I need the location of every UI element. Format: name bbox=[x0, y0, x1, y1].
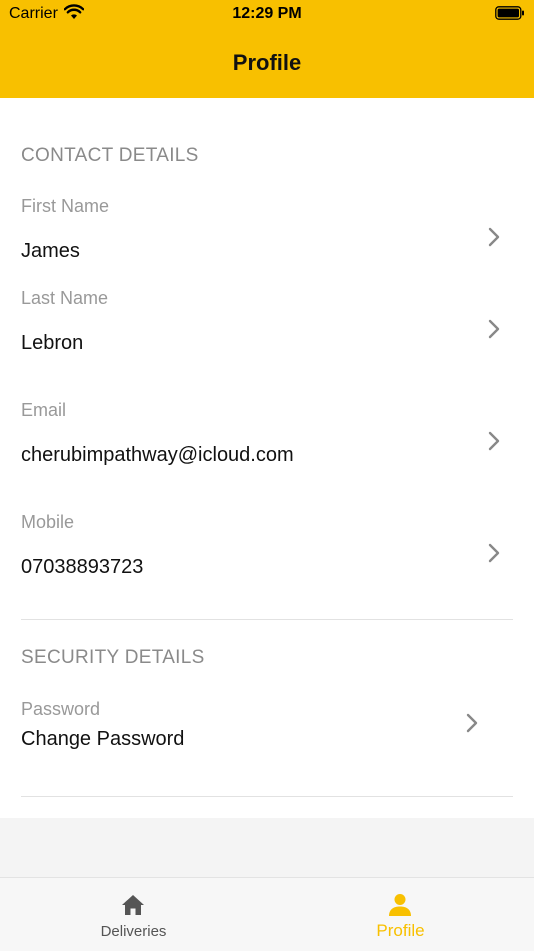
last-name-label: Last Name bbox=[21, 288, 109, 308]
header: Carrier 12:29 PM Profile bbox=[0, 0, 534, 98]
chevron-right-icon[interactable] bbox=[487, 430, 501, 452]
profile-content: CONTACT DETAILS First Name James Last Na… bbox=[0, 98, 534, 818]
page-title: Profile bbox=[232, 50, 302, 75]
chevron-right-icon[interactable] bbox=[487, 318, 501, 340]
tab-bar: Deliveries Profile bbox=[0, 877, 534, 951]
change-password-link[interactable]: Change Password bbox=[21, 728, 184, 751]
home-icon bbox=[122, 895, 144, 915]
tab-profile[interactable]: Profile bbox=[267, 878, 534, 951]
mobile-value: 07038893723 bbox=[21, 556, 144, 578]
last-name-value: Lebron bbox=[21, 332, 84, 354]
status-bar: Carrier 12:29 PM bbox=[0, 0, 534, 28]
tab-deliveries[interactable]: Deliveries bbox=[0, 878, 267, 951]
status-time: 12:29 PM bbox=[232, 5, 302, 22]
section-divider bbox=[21, 619, 513, 620]
email-value: cherubimpathway@icloud.com bbox=[21, 444, 294, 466]
section-divider bbox=[21, 796, 513, 797]
tab-deliveries-label: Deliveries bbox=[100, 923, 167, 940]
contact-details-heading: CONTACT DETAILS bbox=[21, 145, 199, 166]
person-icon bbox=[389, 894, 411, 916]
first-name-label: First Name bbox=[21, 196, 110, 216]
tab-profile-label: Profile bbox=[376, 921, 425, 940]
password-label: Password bbox=[21, 699, 101, 719]
chevron-right-icon[interactable] bbox=[465, 712, 479, 734]
first-name-value: James bbox=[21, 240, 80, 262]
chevron-right-icon[interactable] bbox=[487, 542, 501, 564]
battery-icon bbox=[495, 6, 524, 20]
security-details-heading: SECURITY DETAILS bbox=[21, 647, 205, 668]
email-label: Email bbox=[21, 400, 67, 420]
mobile-label: Mobile bbox=[21, 512, 75, 532]
chevron-right-icon[interactable] bbox=[487, 226, 501, 248]
